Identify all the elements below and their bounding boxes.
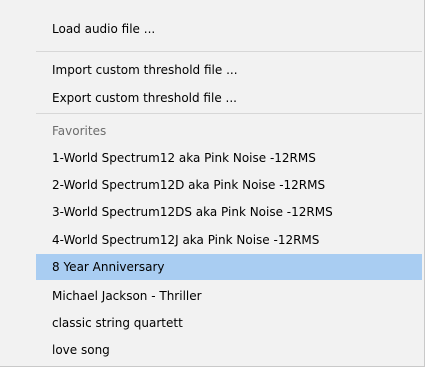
menu-separator bbox=[36, 113, 422, 114]
context-menu: Load audio file ... Import custom thresh… bbox=[0, 0, 425, 367]
export-custom-threshold-item[interactable]: Export custom threshold file ... bbox=[36, 85, 422, 111]
favorite-item[interactable]: 4-World Spectrum12J aka Pink Noise -12RM… bbox=[36, 227, 422, 253]
menu-separator bbox=[36, 51, 422, 52]
favorite-item[interactable]: love song bbox=[36, 337, 422, 363]
favorite-item[interactable]: classic string quartett bbox=[36, 310, 422, 336]
favorite-item[interactable]: 1-World Spectrum12 aka Pink Noise -12RMS bbox=[36, 145, 422, 171]
import-custom-threshold-item[interactable]: Import custom threshold file ... bbox=[36, 57, 422, 83]
favorites-header: Favorites bbox=[52, 124, 107, 138]
favorite-item[interactable]: 3-World Spectrum12DS aka Pink Noise -12R… bbox=[36, 199, 422, 225]
load-audio-file-item[interactable]: Load audio file ... bbox=[36, 16, 422, 42]
favorite-item[interactable]: 2-World Spectrum12D aka Pink Noise -12RM… bbox=[36, 172, 422, 198]
favorite-item-highlighted[interactable]: 8 Year Anniversary bbox=[36, 254, 422, 280]
favorite-item[interactable]: Michael Jackson - Thriller bbox=[36, 283, 422, 309]
